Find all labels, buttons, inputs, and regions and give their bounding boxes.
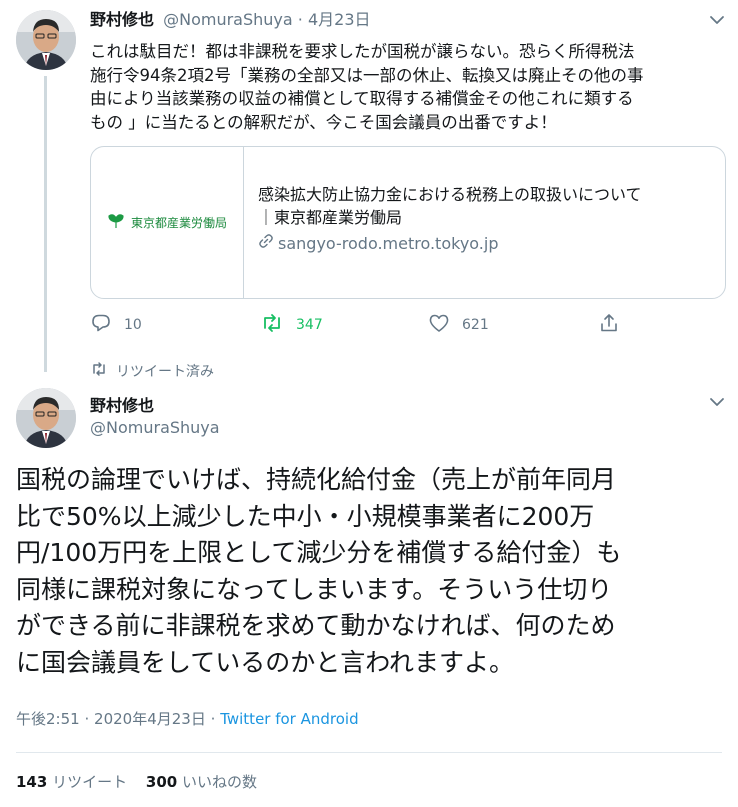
tweet-text-line: 由により当該業務の収益の補償として取得する補償金その他これに類する <box>90 89 634 108</box>
tweet-text-line: 同様に課税対象になってしまいます。そういう仕切り <box>16 574 613 604</box>
card-thumbnail: 東京都産業労働局 <box>91 147 244 298</box>
retweet-icon <box>260 312 284 338</box>
tweet-text-line: に国会議員をしているのかと言われますよ。 <box>16 647 515 677</box>
retweet-icon <box>90 361 108 381</box>
chevron-down-icon[interactable] <box>707 392 727 412</box>
tweet-text: これは駄目だ！都は非課税を要求したが国税が譲らない。恐らく所得税法 施行令94条… <box>90 40 722 134</box>
separator-dot: · <box>210 710 216 728</box>
tweet-text-line: 円/100万円を上限として減少分を補償する給付金）も <box>16 538 622 567</box>
card-org-name: 東京都産業労働局 <box>130 216 227 230</box>
tweet-date[interactable]: 4月23日 <box>308 10 371 29</box>
tweet-text-line: もの 」に当たるとの解釈だが、今こそ国会議員の出番ですよ！ <box>90 112 557 132</box>
retweet-button[interactable]: 347 <box>260 312 323 338</box>
thread-line <box>44 76 47 372</box>
author-name[interactable]: 野村修也 <box>90 392 154 416</box>
separator-dot: · <box>84 710 90 728</box>
retweet-count: 347 <box>296 317 323 333</box>
retweets-count: 143 <box>16 773 48 791</box>
divider <box>16 752 722 753</box>
tweet-meta: 午後2:51 · 2020年4月23日 · Twitter for Androi… <box>16 708 359 729</box>
like-button[interactable]: 621 <box>428 312 489 338</box>
client-link[interactable]: Twitter for Android <box>220 710 358 728</box>
chevron-down-icon[interactable] <box>707 10 727 30</box>
link-icon <box>258 233 274 253</box>
retweets-stat[interactable]: 143 リツイート <box>16 773 132 791</box>
retweeted-label: リツイート済み <box>116 364 214 380</box>
retweets-label: リツイート <box>52 773 128 791</box>
avatar[interactable] <box>16 388 76 448</box>
author-handle[interactable]: @NomuraShuya <box>90 418 220 437</box>
reply-count: 10 <box>124 317 142 333</box>
separator-dot: · <box>297 10 303 29</box>
tweet-date[interactable]: 2020年4月23日 <box>94 710 206 728</box>
tweet-time[interactable]: 午後2:51 <box>16 710 80 728</box>
avatar[interactable] <box>16 10 76 70</box>
author-handle[interactable]: @NomuraShuya <box>163 10 293 29</box>
tweet-text-line: 施行令94条2項2号「業務の全部又は一部の休止、転換又は廃止その他の事 <box>90 65 644 85</box>
like-icon <box>428 312 450 338</box>
tweet-stats: 143 リツイート 300 いいねの数 <box>16 771 271 792</box>
reply-icon <box>90 312 112 338</box>
tweet-text: 国税の論理でいけば、持続化給付金（売上が前年同月 比で50%以上減少した中小・小… <box>16 462 726 681</box>
tweet-header: 野村修也 @NomuraShuya · 4月23日 <box>90 8 371 32</box>
like-count: 621 <box>462 317 489 333</box>
card-title-line: 感染拡大防止協力金における税務上の取扱いについて <box>258 185 642 204</box>
tweet-text-line: これは駄目だ！都は非課税を要求したが国税が譲らない。恐らく所得税法 <box>90 42 635 61</box>
likes-stat[interactable]: 300 いいねの数 <box>146 773 257 791</box>
card-title: 感染拡大防止協力金における税務上の取扱いについて ｜東京都産業労働局 <box>258 183 642 229</box>
retweeted-indicator: リツイート済み <box>90 361 214 381</box>
tweet-text-line: 比で50%以上減少した中小・小規模事業者に200万 <box>16 501 595 531</box>
share-button[interactable] <box>598 312 620 338</box>
tweet-text-line: 国税の論理でいけば、持続化給付金（売上が前年同月 <box>16 465 617 494</box>
card-domain-text: sangyo-rodo.metro.tokyo.jp <box>278 233 499 253</box>
tweet-text-line: ができる前に非課税を求めて動かなければ、何のため <box>16 611 616 640</box>
card-domain: sangyo-rodo.metro.tokyo.jp <box>258 233 642 253</box>
link-card[interactable]: 東京都産業労働局 感染拡大防止協力金における税務上の取扱いについて ｜東京都産業… <box>90 146 726 299</box>
likes-count: 300 <box>145 773 178 791</box>
reply-button[interactable]: 10 <box>90 312 142 338</box>
card-title-line: ｜東京都産業労働局 <box>258 208 403 227</box>
share-icon <box>598 312 620 338</box>
card-content: 感染拡大防止協力金における税務上の取扱いについて ｜東京都産業労働局 sangy… <box>244 147 656 298</box>
likes-label: いいねの数 <box>181 773 257 791</box>
ginkgo-leaf-icon <box>107 212 125 234</box>
tweet-actions: 10 347 621 <box>90 312 630 336</box>
author-name[interactable]: 野村修也 <box>90 10 154 29</box>
